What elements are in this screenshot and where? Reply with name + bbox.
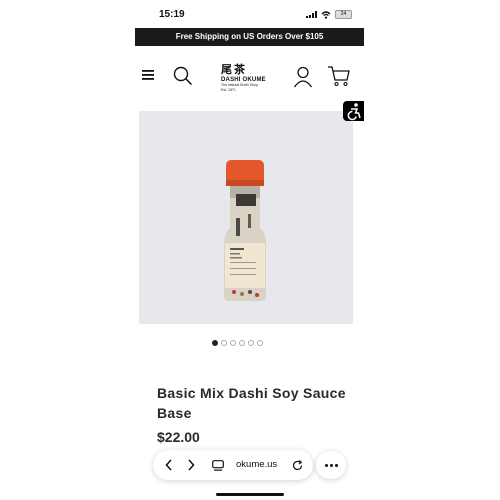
image-pagination (212, 340, 263, 346)
product-image[interactable] (139, 111, 353, 324)
product-bottle-image (224, 160, 266, 301)
browser-toolbar: okume.us (153, 450, 313, 480)
forward-button[interactable] (181, 450, 201, 480)
pagination-dot-6[interactable] (257, 340, 263, 346)
status-bar: 15:19 24 (135, 0, 364, 28)
pagination-dot-5[interactable] (248, 340, 254, 346)
page-menu-icon (212, 459, 224, 471)
accessibility-icon (347, 103, 361, 121)
banner-text: Free Shipping on US Orders Over $105 (175, 32, 324, 41)
more-button[interactable] (316, 451, 346, 479)
battery-icon: 24 (335, 10, 352, 19)
wifi-icon (321, 10, 331, 19)
logo-est: Est. 1871 (221, 87, 236, 92)
more-dot-icon (329, 463, 333, 467)
reload-icon (292, 459, 302, 470)
back-button[interactable] (159, 450, 179, 480)
search-icon[interactable] (173, 66, 193, 86)
product-title: Basic Mix Dashi Soy Sauce Base (157, 385, 346, 421)
pagination-dot-2[interactable] (221, 340, 227, 346)
status-time: 15:19 (159, 9, 185, 20)
signal-icon (306, 11, 317, 18)
site-header: 尾茶 DASHI OKUME The Natural Broth Shop Es… (135, 58, 364, 98)
accessibility-button[interactable] (343, 101, 364, 121)
more-dot-icon (334, 463, 338, 467)
status-icons: 24 (306, 10, 352, 19)
account-icon[interactable] (293, 66, 313, 88)
more-dot-icon (324, 463, 328, 467)
home-indicator (216, 493, 284, 496)
menu-icon[interactable] (142, 70, 154, 80)
chevron-left-icon (165, 459, 172, 471)
reload-button[interactable] (287, 450, 307, 480)
pagination-dot-4[interactable] (239, 340, 245, 346)
shipping-banner: Free Shipping on US Orders Over $105 (135, 28, 364, 46)
site-logo[interactable]: 尾茶 DASHI OKUME The Natural Broth Shop Es… (221, 61, 277, 92)
chevron-right-icon (188, 459, 195, 471)
pagination-dot-3[interactable] (230, 340, 236, 346)
phone-screen: 15:19 24 Free Shipping on US Orders Over… (135, 0, 364, 500)
address-bar[interactable]: okume.us (236, 459, 277, 470)
cart-icon[interactable] (327, 65, 351, 87)
pagination-dot-1[interactable] (212, 340, 218, 346)
tab-overview-button[interactable] (207, 450, 229, 480)
logo-kanji: 尾茶 (221, 63, 247, 76)
product-price: $22.00 (157, 429, 200, 445)
